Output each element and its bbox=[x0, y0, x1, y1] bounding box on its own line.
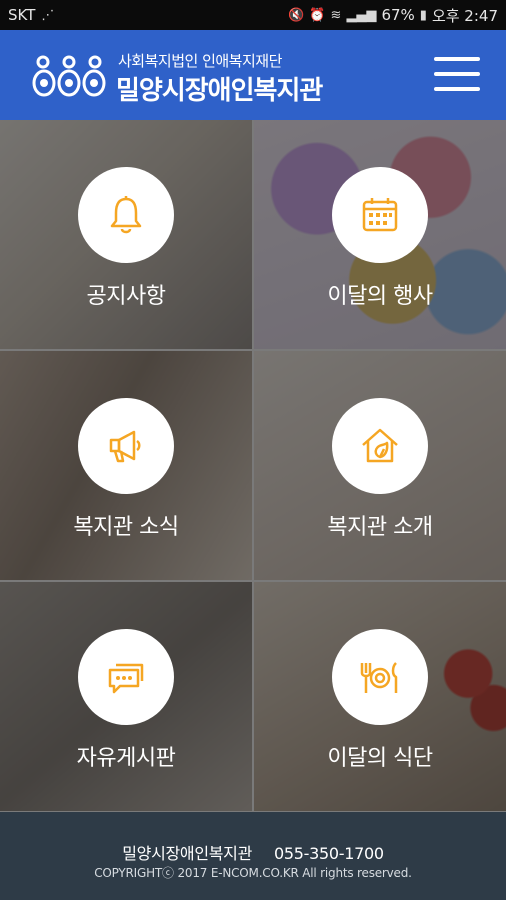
menu-grid: 공지사항 이달의 행사 복지관 소식 복지관 소개 자유게시판 이달의 식단 bbox=[0, 120, 506, 812]
tile-free-board[interactable]: 자유게시판 bbox=[0, 582, 252, 811]
tile-center-intro[interactable]: 복지관 소개 bbox=[254, 351, 506, 580]
icon-circle bbox=[332, 398, 428, 494]
tile-notices[interactable]: 공지사항 bbox=[0, 120, 252, 349]
cell-signal-icon: ▂▄▆ bbox=[346, 7, 377, 23]
chat-bubbles-icon bbox=[108, 663, 144, 694]
dining-plate-icon bbox=[360, 662, 398, 693]
icon-circle bbox=[78, 167, 174, 263]
battery-percent: 67% bbox=[381, 6, 415, 24]
clock: 오후 2:47 bbox=[431, 6, 498, 25]
tile-label: 이달의 식단 bbox=[327, 746, 433, 771]
footer-contact: 밀양시장애인복지관 055-350-1700 bbox=[0, 840, 506, 864]
icon-circle bbox=[332, 167, 428, 263]
status-bar: SKT ⋰ 🔇 ⏰ ≋ ▂▄▆ 67% ▮ 오후 2:47 bbox=[0, 0, 506, 30]
alarm-icon: ⏰ bbox=[309, 7, 326, 23]
tile-label: 공지사항 bbox=[86, 284, 166, 309]
tile-label: 이달의 행사 bbox=[327, 284, 433, 309]
menu-line-icon bbox=[434, 57, 480, 61]
menu-line-icon bbox=[434, 87, 480, 91]
tile-label: 복지관 소식 bbox=[73, 515, 179, 540]
icon-circle bbox=[78, 629, 174, 725]
battery-icon: ▮ bbox=[419, 7, 427, 23]
footer-phone-link[interactable]: 055-350-1700 bbox=[274, 844, 384, 863]
bell-icon bbox=[110, 196, 142, 234]
icon-circle bbox=[78, 398, 174, 494]
mute-icon: 🔇 bbox=[288, 7, 305, 23]
foundation-subtitle: 사회복지법인 인애복지재단 bbox=[118, 52, 282, 70]
app-title: 밀양시장애인복지관 bbox=[116, 76, 323, 106]
footer-copyright: COPYRIGHTⓒ 2017 E-NCOM.CO.KR All rights … bbox=[94, 866, 412, 880]
calendar-icon bbox=[362, 198, 398, 232]
tile-center-news[interactable]: 복지관 소식 bbox=[0, 351, 252, 580]
icon-circle bbox=[332, 629, 428, 725]
tile-monthly-menu[interactable]: 이달의 식단 bbox=[254, 582, 506, 811]
house-leaf-icon bbox=[362, 428, 398, 463]
wifi-icon: ≋ bbox=[330, 7, 342, 23]
carrier-label: SKT bbox=[8, 6, 36, 24]
signal-indicator-icon: ⋰ bbox=[41, 7, 55, 23]
footer: 밀양시장애인복지관 055-350-1700 COPYRIGHTⓒ 2017 E-… bbox=[0, 812, 506, 900]
menu-line-icon bbox=[434, 72, 480, 76]
tile-label: 복지관 소개 bbox=[327, 515, 433, 540]
hamburger-menu-button[interactable] bbox=[432, 57, 482, 93]
footer-org-name: 밀양시장애인복지관 bbox=[122, 844, 253, 863]
tile-label: 자유게시판 bbox=[76, 746, 176, 771]
tile-monthly-events[interactable]: 이달의 행사 bbox=[254, 120, 506, 349]
megaphone-icon bbox=[109, 430, 141, 463]
logo-mark-icon bbox=[32, 55, 106, 97]
app-header: 사회복지법인 인애복지재단 밀양시장애인복지관 bbox=[0, 30, 506, 120]
